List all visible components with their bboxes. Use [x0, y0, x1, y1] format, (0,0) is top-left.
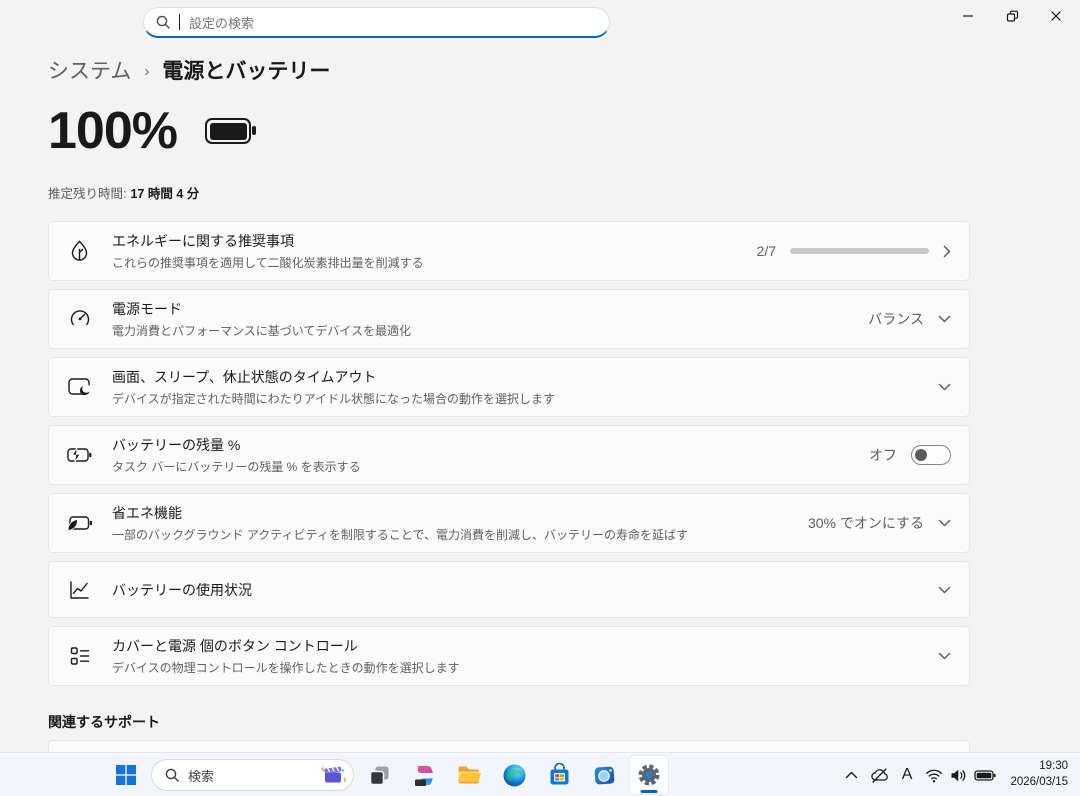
row-title: 電源モード: [112, 299, 411, 319]
breadcrumb-separator-icon: ›: [144, 61, 149, 80]
battery-bolt-icon: [66, 446, 93, 464]
page-title: 電源とバッテリー: [162, 55, 330, 85]
related-support-heading: 関連するサポート: [48, 712, 160, 732]
row-power-mode[interactable]: 電源モード 電力消費とパフォーマンスに基づいてデバイスを最適化 バランス: [48, 289, 970, 349]
speaker-icon: [950, 768, 967, 783]
tray-date: 2026/03/15: [1010, 775, 1068, 791]
power-mode-value: バランス: [868, 309, 924, 329]
ime-mode-indicator[interactable]: A: [895, 766, 920, 784]
battery-tray-icon: [974, 768, 996, 783]
minimize-button[interactable]: [946, 2, 990, 30]
row-battery-percentage[interactable]: バッテリーの残量 % タスク バーにバッテリーの残量 % を表示する オフ: [48, 425, 970, 485]
chevron-right-icon: [943, 245, 951, 258]
row-title: バッテリーの残量 %: [112, 435, 361, 455]
edge-icon: [502, 763, 527, 788]
start-button[interactable]: [106, 755, 146, 795]
clock[interactable]: 19:30 2026/03/15: [1002, 759, 1068, 790]
row-subtitle: 一部のバックグラウンド アクティビティを制限することで、電力消費を削減し、バッテ…: [112, 526, 688, 543]
row-subtitle: デバイスの物理コントロールを操作したときの動作を選択します: [112, 659, 460, 676]
battery-percentage-toggle[interactable]: [911, 445, 951, 465]
gauge-icon: [66, 308, 93, 330]
row-subtitle: 電力消費とパフォーマンスに基づいてデバイスを最適化: [112, 322, 411, 339]
microsoft-store-button[interactable]: [539, 755, 579, 795]
settings-list: エネルギーに関する推奨事項 これらの推奨事項を適用して二酸化炭素排出量を削減する…: [48, 221, 970, 686]
task-view-button[interactable]: [359, 755, 399, 795]
copilot-icon: [412, 763, 437, 788]
file-explorer-button[interactable]: [449, 755, 489, 795]
battery-percent: 100%: [48, 101, 177, 161]
active-app-indicator: [641, 790, 658, 793]
edge-button[interactable]: [494, 755, 534, 795]
chevron-down-icon[interactable]: [938, 586, 951, 594]
energy-progress-bar: [790, 248, 929, 254]
chevron-down-icon[interactable]: [938, 315, 951, 323]
screen-sleep-icon: [66, 377, 93, 397]
row-title: 画面、スリープ、休止状態のタイムアウト: [112, 367, 555, 387]
taskbar: 検索: [0, 752, 1080, 796]
battery-status: 100%: [48, 101, 251, 161]
system-tray: A: [839, 753, 1080, 796]
wifi-icon: [925, 768, 943, 783]
row-title: バッテリーの使用状況: [112, 580, 252, 600]
chevron-down-icon[interactable]: [938, 652, 951, 660]
toggle-state-label: オフ: [869, 445, 897, 465]
breadcrumb-system[interactable]: システム: [48, 55, 131, 85]
search-highlight-clapperboard-icon[interactable]: [318, 764, 348, 786]
task-view-icon: [368, 764, 391, 787]
row-subtitle: タスク バーにバッテリーの残量 % を表示する: [112, 458, 361, 475]
taskbar-search-input[interactable]: 検索: [151, 759, 354, 791]
settings-app-button[interactable]: [629, 755, 669, 795]
row-battery-usage[interactable]: バッテリーの使用状況: [48, 561, 970, 618]
row-title: 省エネ機能: [112, 503, 688, 523]
copilot-app-button[interactable]: [404, 755, 444, 795]
estimate-label: 推定残り時間:: [48, 187, 126, 201]
cloud-slash-icon[interactable]: [864, 755, 895, 795]
row-subtitle: これらの推奨事項を適用して二酸化炭素排出量を削減する: [112, 254, 424, 271]
row-screen-sleep-timeouts[interactable]: 画面、スリープ、休止状態のタイムアウト デバイスが指定された時間にわたりアイドル…: [48, 357, 970, 417]
quick-settings-button[interactable]: [919, 768, 1002, 783]
window-controls: [946, 2, 1078, 30]
search-icon: [156, 15, 170, 29]
energy-saver-value: 30% でオンにする: [808, 513, 924, 533]
energy-progress-label: 2/7: [757, 243, 776, 259]
tray-time: 19:30: [1010, 759, 1068, 775]
settings-window: 設定の検索 システム › 電源とバッテリー 100% 推定残り時間: 17 時間 …: [0, 0, 1080, 796]
search-icon: [165, 768, 179, 782]
windows-logo-icon: [115, 764, 137, 786]
outlook-button[interactable]: [584, 755, 624, 795]
settings-gear-icon: [637, 763, 661, 787]
search-placeholder: 設定の検索: [189, 13, 254, 32]
outlook-icon: [592, 763, 617, 788]
row-energy-recommendations[interactable]: エネルギーに関する推奨事項 これらの推奨事項を適用して二酸化炭素排出量を削減する…: [48, 221, 970, 281]
row-lid-power-controls[interactable]: カバーと電源 個のボタン コントロール デバイスの物理コントロールを操作したとき…: [48, 626, 970, 686]
chevron-down-icon[interactable]: [938, 519, 951, 527]
row-subtitle: デバイスが指定された時間にわたりアイドル状態になった場合の動作を選択します: [112, 390, 555, 407]
microsoft-store-icon: [547, 763, 572, 788]
restore-button[interactable]: [990, 2, 1034, 30]
leaf-icon: [66, 240, 93, 262]
settings-search-input[interactable]: 設定の検索: [143, 7, 610, 38]
taskbar-search-label: 検索: [188, 766, 309, 785]
text-caret: [179, 14, 180, 30]
estimate-value: 17 時間 4 分: [130, 187, 199, 201]
breadcrumb: システム › 電源とバッテリー: [48, 55, 330, 85]
hidden-icons-button[interactable]: [839, 755, 864, 795]
row-energy-saver[interactable]: 省エネ機能 一部のバックグラウンド アクティビティを制限することで、電力消費を削…: [48, 493, 970, 553]
line-chart-icon: [66, 580, 93, 600]
row-title: エネルギーに関する推奨事項: [112, 231, 424, 251]
file-explorer-icon: [456, 762, 482, 788]
chevron-down-icon[interactable]: [938, 383, 951, 391]
battery-full-icon: [205, 118, 251, 144]
battery-leaf-icon: [66, 514, 93, 532]
battery-estimate: 推定残り時間: 17 時間 4 分: [48, 183, 199, 202]
controls-list-icon: [66, 646, 93, 666]
close-button[interactable]: [1034, 2, 1078, 30]
row-title: カバーと電源 個のボタン コントロール: [112, 636, 460, 656]
